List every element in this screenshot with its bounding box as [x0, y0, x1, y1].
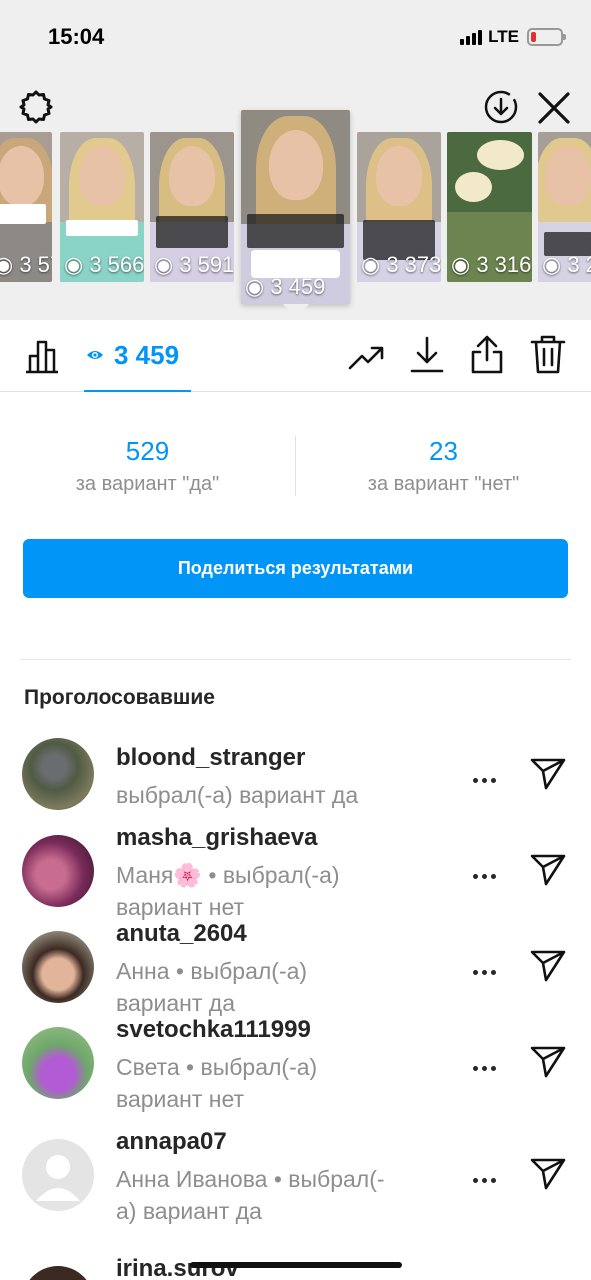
story-thumbnail[interactable]: ◉ 3 373 — [357, 132, 441, 282]
default-avatar-icon — [36, 1155, 80, 1201]
result-yes-count: 529 — [125, 436, 170, 466]
more-options-icon[interactable] — [473, 770, 503, 783]
eye-icon: ◉ — [245, 274, 265, 299]
story-thumbnails: ◉ 3 575 ◉ 3 566 ◉ 3 591 ◉ 3 459 ◉ 3 373 … — [0, 0, 591, 320]
avatar[interactable] — [22, 835, 94, 907]
result-no-count: 23 — [429, 436, 458, 466]
views-count: 3 459 — [114, 339, 180, 370]
voter-vote-line: Анна • выбрал(-а) — [116, 958, 308, 984]
avatar[interactable] — [22, 931, 94, 1003]
voter-vote-line: вариант нет — [116, 1086, 245, 1112]
share-results-button[interactable]: Поделиться результатами — [23, 539, 568, 598]
avatar[interactable] — [22, 1266, 94, 1280]
active-story-pointer — [283, 304, 309, 318]
share-icon[interactable] — [470, 334, 504, 374]
trash-icon[interactable] — [530, 334, 566, 374]
voter-username[interactable]: anuta_2604 — [116, 920, 247, 948]
voter-vote-line: вариант нет — [116, 894, 245, 920]
story-views: ◉ 3 566 — [64, 252, 144, 277]
more-options-icon[interactable] — [473, 1170, 503, 1183]
views-tab[interactable]: 3 459 — [84, 320, 191, 392]
voter-vote-line: Маня🌸 • выбрал(-а) — [116, 862, 340, 888]
send-icon[interactable] — [530, 757, 566, 791]
voter-vote-line: Света • выбрал(-а) — [116, 1054, 318, 1080]
story-thumbnail[interactable]: ◉ 3 575 — [0, 132, 52, 282]
avatar[interactable] — [22, 1139, 94, 1211]
voter-username[interactable]: svetochka111999 — [116, 1016, 311, 1044]
eye-icon: ◉ — [451, 252, 471, 277]
voter-vote-line: вариант да — [116, 990, 236, 1016]
voter-vote-line: выбрал(-а) вариант да — [116, 782, 359, 808]
voter-vote-line: Анна Иванова • выбрал(- — [116, 1166, 385, 1192]
story-thumbnail[interactable]: ◉ 3 566 — [60, 132, 144, 282]
story-views: ◉ 3 459 — [245, 274, 326, 299]
eye-icon — [87, 351, 103, 359]
story-views: ◉ 3 316 — [451, 252, 532, 277]
result-no: 23 за вариант "нет" — [296, 436, 591, 496]
send-icon[interactable] — [530, 949, 566, 983]
send-icon[interactable] — [530, 1045, 566, 1079]
voter-username[interactable]: annapa07 — [116, 1128, 227, 1156]
story-thumbnail-active[interactable]: ◉ 3 459 — [241, 110, 350, 304]
chart-icon[interactable] — [24, 338, 60, 374]
home-indicator — [190, 1262, 402, 1268]
result-yes: 529 за вариант "да" — [0, 436, 295, 496]
voter-username[interactable]: bloond_stranger — [116, 744, 305, 772]
avatar[interactable] — [22, 1027, 94, 1099]
save-icon[interactable] — [410, 336, 444, 374]
voter-vote-line: а) вариант да — [116, 1198, 262, 1224]
trend-icon[interactable] — [348, 340, 386, 374]
story-thumbnail[interactable]: ◉ 3 2 — [538, 132, 591, 282]
more-options-icon[interactable] — [473, 1058, 503, 1071]
voter-username[interactable]: masha_grishaeva — [116, 824, 317, 852]
eye-icon: ◉ — [542, 252, 562, 277]
result-yes-label: за вариант "да" — [75, 473, 220, 495]
story-views: ◉ 3 591 — [154, 252, 234, 277]
story-thumbnail[interactable]: ◉ 3 316 — [447, 132, 532, 282]
eye-icon: ◉ — [154, 252, 174, 277]
divider — [20, 659, 571, 660]
more-options-icon[interactable] — [473, 866, 503, 879]
story-views: ◉ 3 373 — [361, 252, 441, 277]
insights-toolbar: 3 459 — [0, 320, 591, 392]
avatar[interactable] — [22, 738, 94, 810]
send-icon[interactable] — [530, 853, 566, 887]
eye-icon: ◉ — [0, 252, 14, 277]
story-views: ◉ 3 2 — [542, 252, 591, 277]
send-icon[interactable] — [530, 1157, 566, 1191]
eye-icon: ◉ — [64, 252, 84, 277]
more-options-icon[interactable] — [473, 962, 503, 975]
voters-title: Проголосовавшие — [24, 686, 215, 709]
story-views: ◉ 3 575 — [0, 252, 52, 278]
poll-results: 529 за вариант "да" 23 за вариант "нет" — [0, 392, 591, 512]
result-no-label: за вариант "нет" — [367, 473, 520, 495]
story-thumbnail[interactable]: ◉ 3 591 — [150, 132, 234, 282]
eye-icon: ◉ — [361, 252, 381, 277]
